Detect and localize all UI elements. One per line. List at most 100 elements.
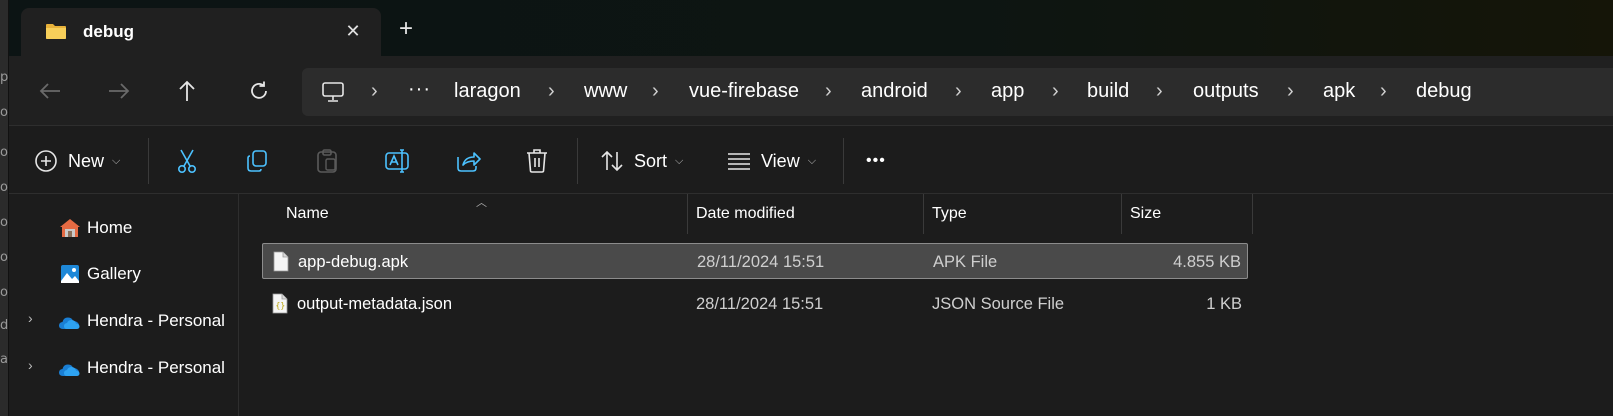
svg-text:{}: {} — [276, 301, 286, 310]
sort-label: Sort — [634, 150, 668, 171]
column-label: Size — [1130, 205, 1162, 222]
more-options-button[interactable]: ••• — [866, 148, 886, 174]
sidebar-label: Hendra - Personal — [87, 358, 225, 377]
file-date: 28/11/2024 15:51 — [697, 253, 825, 271]
up-button[interactable] — [174, 78, 200, 104]
back-button[interactable] — [37, 78, 63, 104]
breadcrumb-separator: › — [1052, 80, 1059, 102]
rename-icon — [385, 149, 409, 173]
file-name: output-metadata.json — [297, 295, 453, 313]
this-pc-icon — [322, 82, 344, 102]
delete-button[interactable] — [525, 148, 549, 174]
home-icon — [60, 219, 80, 237]
breadcrumb-build[interactable]: build — [1087, 80, 1129, 103]
refresh-button[interactable] — [246, 78, 272, 104]
breadcrumb-separator: › — [371, 80, 378, 102]
view-lines-icon — [728, 153, 750, 170]
file-type: JSON Source File — [932, 295, 1065, 313]
breadcrumb-separator: › — [548, 80, 555, 102]
column-header-date-modified[interactable]: Date modified — [688, 194, 924, 234]
file-size: 4.855 KB — [1173, 253, 1241, 271]
breadcrumb-separator: › — [955, 80, 962, 102]
breadcrumb-separator: › — [652, 80, 659, 102]
divider — [843, 138, 844, 184]
file-icon — [273, 251, 289, 272]
scissors-icon — [177, 149, 197, 173]
new-tab-button[interactable]: + — [395, 17, 417, 41]
chevron-right-icon[interactable]: › — [28, 357, 42, 375]
breadcrumb-app[interactable]: app — [991, 80, 1024, 103]
navigation-bar: › ··· laragon › www › vue-firebase › and… — [9, 56, 1613, 126]
breadcrumb-separator: › — [825, 80, 832, 102]
breadcrumb-debug[interactable]: debug — [1416, 80, 1472, 103]
background-window-edge: p o o o o o o d a — [0, 0, 9, 416]
json-file-icon: {} — [272, 293, 288, 314]
tab-debug[interactable]: debug ✕ — [21, 8, 381, 56]
breadcrumb-separator: › — [1287, 80, 1294, 102]
sidebar-item-home[interactable]: Home — [9, 207, 239, 247]
view-button[interactable]: View ⌵ — [727, 148, 816, 174]
sort-button[interactable]: Sort ⌵ — [600, 148, 683, 174]
sidebar-item-gallery[interactable]: Gallery — [9, 253, 239, 293]
gallery-icon — [61, 265, 79, 283]
copy-button[interactable] — [245, 148, 269, 174]
trash-icon — [527, 149, 547, 173]
close-tab-icon[interactable]: ✕ — [343, 21, 363, 41]
arrow-right-icon — [109, 83, 130, 99]
sidebar-item-onedrive-1[interactable]: › Hendra - Personal — [9, 300, 239, 340]
share-icon — [457, 152, 481, 172]
more-dots-icon: ••• — [866, 152, 886, 169]
breadcrumb-apk[interactable]: apk — [1323, 80, 1355, 103]
chevron-right-icon[interactable]: › — [28, 310, 42, 328]
file-list: ︿ Name Date modified Type Size app-debug… — [240, 194, 1613, 416]
plus-circle-icon — [35, 150, 57, 172]
share-button[interactable] — [455, 148, 481, 174]
view-label: View — [761, 150, 800, 171]
column-label: Type — [932, 205, 967, 222]
table-row[interactable]: app-debug.apk 28/11/2024 15:51 APK File … — [262, 243, 1248, 279]
column-header-size[interactable]: Size — [1122, 194, 1253, 234]
tab-title: debug — [83, 22, 134, 41]
paste-button[interactable] — [315, 148, 339, 174]
navigation-pane: Home Gallery › Hendra - Personal › Hendr… — [9, 194, 239, 416]
new-button[interactable]: New ⌵ — [34, 148, 120, 174]
table-row[interactable]: {} output-metadata.json 28/11/2024 15:51… — [262, 286, 1248, 322]
chevron-down-icon: ⌵ — [112, 154, 121, 167]
breadcrumb-separator: › — [1380, 80, 1387, 102]
onedrive-cloud-icon — [59, 364, 80, 376]
breadcrumb-separator: › — [1156, 80, 1163, 102]
column-label: Name — [286, 205, 329, 222]
breadcrumb-laragon[interactable]: laragon — [454, 80, 521, 103]
arrow-up-icon — [179, 80, 195, 101]
sort-arrows-icon — [601, 150, 623, 172]
breadcrumb-vue-firebase[interactable]: vue-firebase — [689, 80, 799, 103]
new-label: New — [68, 150, 105, 171]
cut-button[interactable] — [175, 148, 199, 174]
clipboard-icon — [317, 149, 337, 173]
chevron-down-icon: ⌵ — [807, 154, 817, 167]
command-bar: New ⌵ Sort ⌵ View ⌵ ••• — [9, 126, 1613, 194]
breadcrumb-overflow-button[interactable]: ··· — [408, 78, 431, 101]
divider — [148, 138, 149, 184]
sidebar-label: Hendra - Personal — [87, 311, 225, 330]
breadcrumb-android[interactable]: android — [861, 80, 928, 103]
forward-button[interactable] — [106, 78, 132, 104]
title-bar: debug ✕ + — [9, 0, 1613, 56]
rename-button[interactable] — [385, 148, 411, 174]
address-bar[interactable]: › ··· laragon › www › vue-firebase › and… — [302, 68, 1613, 116]
chevron-down-icon: ⌵ — [675, 154, 684, 167]
column-header-type[interactable]: Type — [924, 194, 1122, 234]
refresh-icon — [251, 81, 267, 99]
column-header-name[interactable]: Name — [278, 194, 688, 234]
column-label: Date modified — [696, 205, 795, 222]
breadcrumb-www[interactable]: www — [584, 80, 627, 103]
breadcrumb-outputs[interactable]: outputs — [1193, 80, 1259, 103]
divider — [577, 138, 578, 184]
sidebar-item-onedrive-2[interactable]: › Hendra - Personal — [9, 347, 239, 387]
file-name: app-debug.apk — [298, 253, 409, 271]
file-size: 1 KB — [1206, 295, 1242, 313]
file-type: APK File — [933, 253, 998, 271]
sidebar-label: Gallery — [87, 264, 141, 283]
copy-icon — [247, 150, 267, 172]
folder-icon — [46, 24, 66, 39]
